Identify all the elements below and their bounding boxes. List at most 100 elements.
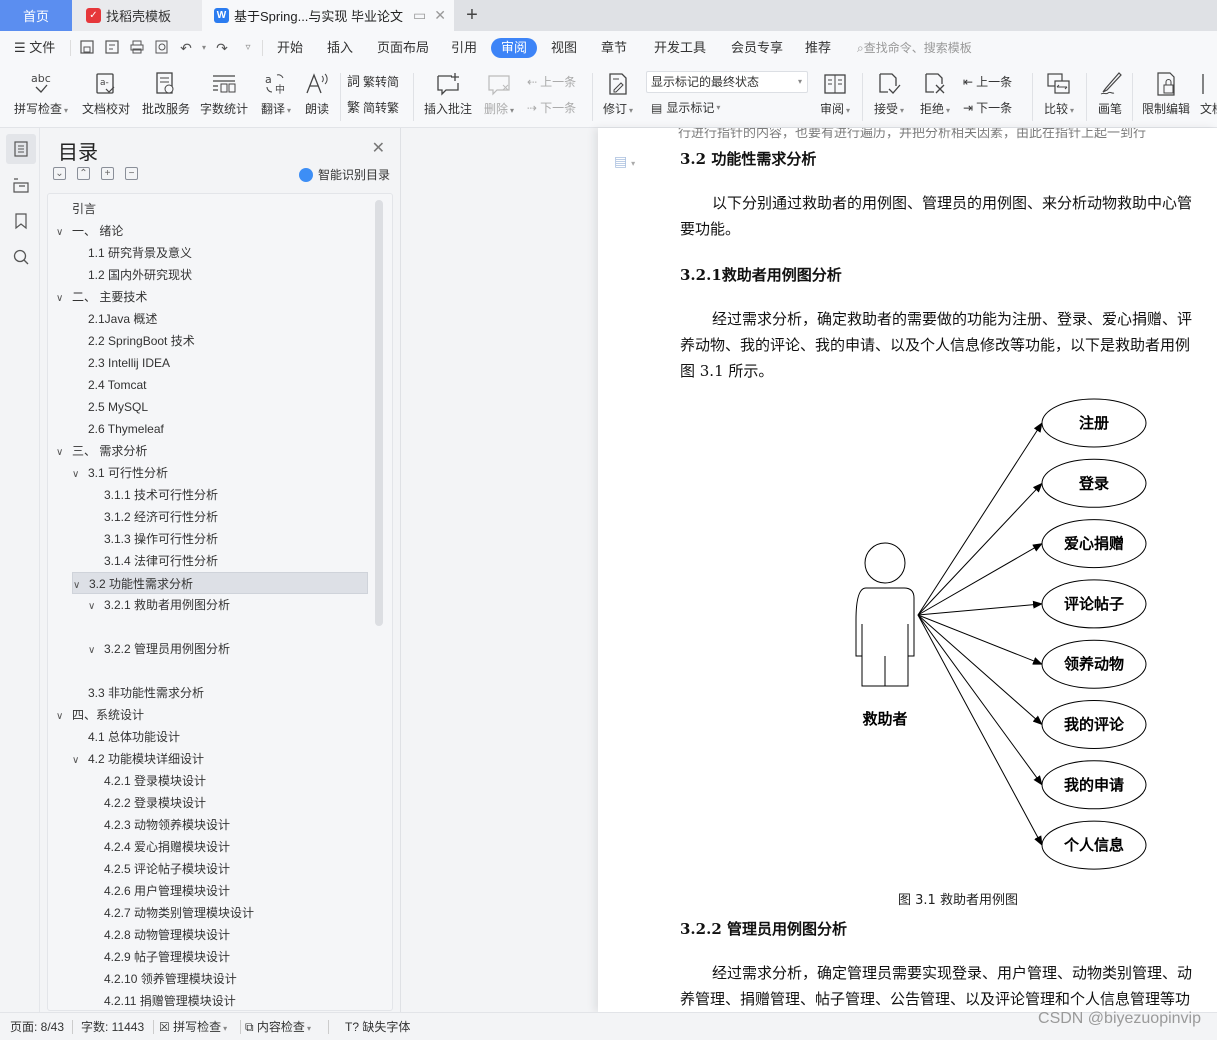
undo-icon[interactable]: ↶: [178, 40, 194, 56]
translate-button[interactable]: a中 翻译 ▾: [257, 69, 295, 119]
show-markup-button[interactable]: ▤ 显示标记 ▾: [651, 98, 720, 118]
toc-item[interactable]: 4.2.5 评论帖子模块设计: [88, 858, 230, 880]
prev-comment-button[interactable]: ⇠ 上一条: [527, 72, 576, 92]
review-pane-button[interactable]: 审阅 ▾: [816, 69, 854, 119]
delete-comment-button[interactable]: 删除 ▾: [481, 69, 517, 119]
tab-template[interactable]: ✓ 找稻壳模板: [72, 0, 202, 31]
expand-all-icon[interactable]: +: [101, 167, 114, 180]
restrict-editing-button[interactable]: 限制编辑: [1140, 69, 1192, 119]
toc-item[interactable]: 2.2 SpringBoot 技术: [72, 330, 195, 352]
print-icon[interactable]: [129, 40, 145, 56]
toc-item[interactable]: 1.2 国内外研究现状: [72, 264, 192, 286]
toc-item[interactable]: 4.2.4 爱心捐赠模块设计: [88, 836, 230, 858]
ink-button[interactable]: 画笔: [1093, 69, 1127, 119]
accept-button[interactable]: 接受 ▾: [871, 69, 907, 119]
toc-item[interactable]: 3.3 非功能性需求分析: [72, 682, 204, 704]
chapter-nav-icon[interactable]: [6, 170, 36, 200]
chevron-down-icon[interactable]: ∨: [73, 575, 89, 597]
chevron-down-icon[interactable]: ∨: [88, 640, 104, 662]
word-count-button[interactable]: 字数统计: [198, 69, 250, 119]
close-tab-icon[interactable]: ✕: [434, 7, 446, 24]
menu-insert[interactable]: 插入: [327, 38, 353, 58]
paragraph-options-icon[interactable]: ▤ ▾: [614, 153, 635, 170]
page-indicator[interactable]: 页面: 8/43: [10, 1019, 64, 1035]
toc-item[interactable]: 3.1.3 操作可行性分析: [88, 528, 218, 550]
menu-recommend[interactable]: 推荐: [805, 38, 831, 58]
toc-item[interactable]: 3.1.2 经济可行性分析: [88, 506, 218, 528]
menu-review[interactable]: 审阅: [491, 38, 538, 58]
command-search[interactable]: ⌕查找命令、搜索模板: [857, 38, 972, 58]
toc-item[interactable]: 3.1.4 法律可行性分析: [88, 550, 218, 572]
prev-change-button[interactable]: ⇤ 上一条: [963, 72, 1012, 92]
toc-item[interactable]: 4.2.3 动物领养模块设计: [88, 814, 230, 836]
toc-item[interactable]: ∨ 四、系统设计: [56, 704, 144, 726]
chevron-down-icon[interactable]: ∨: [72, 464, 88, 486]
chevron-down-icon[interactable]: ∨: [56, 288, 72, 310]
undo-dropdown-icon[interactable]: ▾: [196, 40, 212, 56]
reject-button[interactable]: 拒绝 ▾: [917, 69, 953, 119]
doc-proofread-button[interactable]: a- 文档校对: [80, 69, 132, 119]
smart-toc-button[interactable]: 智能识别目录: [298, 166, 390, 183]
toc-scrollbar[interactable]: [375, 200, 383, 626]
chevron-down-icon[interactable]: ∨: [72, 750, 88, 772]
toc-item[interactable]: 2.1Java 概述: [72, 308, 157, 330]
toc-item[interactable]: ∨ 3.1 可行性分析: [72, 462, 168, 484]
print-preview-icon[interactable]: [154, 40, 170, 56]
simp-to-trad-button[interactable]: 繁简转繁: [347, 98, 399, 118]
word-count-indicator[interactable]: 字数: 11443: [81, 1019, 144, 1035]
menu-member[interactable]: 会员专享: [731, 38, 783, 58]
toc-item[interactable]: ∨ 4.2 功能模块详细设计: [72, 748, 204, 770]
toc-item[interactable]: 4.2.2 登录模块设计: [88, 792, 206, 814]
expand-next-icon[interactable]: ⌄: [53, 167, 66, 180]
menu-view[interactable]: 视图: [551, 38, 577, 58]
toc-item[interactable]: 4.2.6 用户管理模块设计: [88, 880, 230, 902]
insert-comment-button[interactable]: 插入批注: [422, 69, 474, 119]
tab-document[interactable]: W 基于Spring...与实现 毕业论文 ▭ ✕: [202, 0, 454, 31]
toc-nav-icon[interactable]: [6, 134, 36, 164]
chevron-down-icon[interactable]: ∨: [56, 222, 72, 244]
menu-page-layout[interactable]: 页面布局: [377, 38, 429, 58]
toc-item[interactable]: ∨ 3.2 功能性需求分析: [72, 572, 368, 594]
toc-item[interactable]: 2.5 MySQL: [72, 396, 148, 418]
spell-check-status[interactable]: ☒ 拼写检查 ▾: [159, 1019, 227, 1035]
toc-item[interactable]: 4.1 总体功能设计: [72, 726, 180, 748]
toc-item[interactable]: ∨ 3.2.1 救助者用例图分析: [88, 594, 230, 616]
trad-to-simp-button[interactable]: 詞繁转简: [347, 72, 399, 92]
file-menu[interactable]: ☰ 文件: [14, 38, 55, 58]
toc-item[interactable]: ∨ 一、 绪论: [56, 220, 123, 242]
chevron-down-icon[interactable]: ∨: [56, 442, 72, 464]
menu-developer[interactable]: 开发工具: [654, 38, 706, 58]
toc-item[interactable]: 引言: [56, 198, 96, 220]
track-changes-button[interactable]: 修订 ▾: [600, 69, 636, 119]
spell-check-button[interactable]: abc 拼写检查 ▾: [12, 69, 70, 119]
tab-home[interactable]: 首页: [0, 0, 72, 31]
customize-toolbar-icon[interactable]: ▿: [240, 40, 256, 56]
collapse-all-icon[interactable]: −: [125, 167, 138, 180]
toc-item[interactable]: ∨ 三、 需求分析: [56, 440, 147, 462]
toc-item[interactable]: 1.1 研究背景及意义: [72, 242, 192, 264]
toc-item[interactable]: ∨ 3.2.2 管理员用例图分析: [88, 638, 230, 660]
toc-item[interactable]: 4.2.10 领养管理模块设计: [88, 968, 237, 990]
toc-item[interactable]: 2.4 Tomcat: [72, 374, 146, 396]
redo-icon[interactable]: ↷: [214, 40, 230, 56]
menu-chapter[interactable]: 章节: [601, 38, 627, 58]
toc-item[interactable]: 2.6 Thymeleaf: [72, 418, 164, 440]
pin-window-icon[interactable]: ▭: [413, 7, 426, 24]
toc-item[interactable]: 4.2.11 捐赠管理模块设计: [88, 990, 236, 1010]
toc-item[interactable]: 4.2.9 帖子管理模块设计: [88, 946, 230, 968]
new-tab-button[interactable]: +: [462, 0, 482, 31]
chevron-down-icon[interactable]: ∨: [88, 596, 104, 618]
menu-start[interactable]: 开始: [277, 38, 303, 58]
document-permission-button[interactable]: 文档: [1200, 69, 1217, 119]
toc-item[interactable]: 3.1.1 技术可行性分析: [88, 484, 218, 506]
export-pdf-icon[interactable]: [104, 40, 120, 56]
compare-button[interactable]: 比较 ▾: [1040, 69, 1078, 119]
bookmark-icon[interactable]: [6, 206, 36, 236]
missing-fonts-status[interactable]: T? 缺失字体: [345, 1019, 410, 1035]
toc-item[interactable]: 4.2.7 动物类别管理模块设计: [88, 902, 254, 924]
collapse-up-icon[interactable]: ⌃: [77, 167, 90, 180]
content-check-status[interactable]: ⧉ 内容检查 ▾: [245, 1019, 311, 1035]
close-icon[interactable]: ✕: [372, 138, 385, 158]
markup-state-select[interactable]: 显示标记的最终状态 ▾: [646, 71, 808, 93]
read-aloud-button[interactable]: 朗读: [301, 69, 333, 119]
